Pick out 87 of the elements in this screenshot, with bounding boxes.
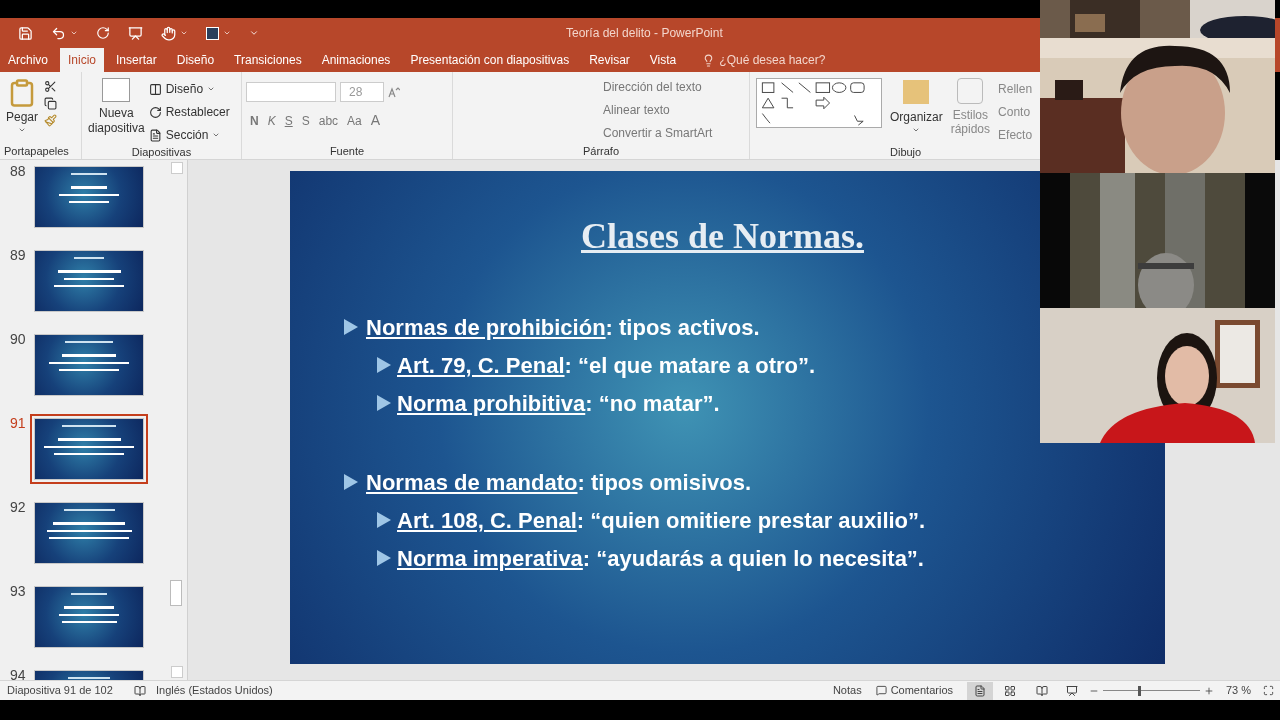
bullet-icon — [344, 319, 358, 335]
ribbon-tab[interactable]: Insertar — [108, 48, 165, 72]
format-button[interactable]: S — [301, 111, 310, 130]
group-label: Fuente — [328, 144, 366, 159]
outline-button[interactable]: Conto — [998, 103, 1033, 121]
cut-icon[interactable] — [44, 80, 58, 93]
bullet-icon — [377, 550, 391, 566]
bullet-text: Norma imperativa: “ayudarás a quien lo necesita”. — [397, 544, 924, 573]
ribbon-tab[interactable]: Animaciones — [313, 48, 399, 72]
bullet-text: Normas de prohibición: tipos activos. — [366, 313, 760, 342]
format-button[interactable]: K — [267, 111, 276, 130]
bullet-icon — [344, 474, 358, 490]
comments-button[interactable]: Comentarios — [875, 682, 953, 699]
effects-button[interactable]: Efecto — [998, 126, 1033, 144]
group-label: Portapapeles — [3, 144, 70, 159]
zoom-slider[interactable] — [1103, 684, 1200, 697]
bullet-icon — [377, 395, 391, 411]
notes-button[interactable]: Notas — [832, 682, 862, 699]
tell-me-field[interactable]: ¿Qué desea hacer? — [702, 48, 826, 72]
font-color-icon[interactable] — [206, 26, 231, 40]
caret-icon — [18, 126, 26, 134]
fill-button[interactable]: Rellen — [998, 80, 1033, 98]
smartart-button[interactable]: Convertir a SmartArt — [603, 124, 749, 142]
caret-icon — [912, 126, 921, 134]
case-button[interactable]: Aa — [347, 111, 362, 130]
font-color-button[interactable]: A — [370, 110, 381, 131]
section-button[interactable]: Sección — [148, 126, 230, 144]
bullet-text: Norma prohibitiva: “no matar”. — [397, 389, 720, 418]
ribbon-tab[interactable]: Inicio — [60, 48, 105, 72]
normal-view-icon[interactable] — [967, 681, 993, 700]
slide-number: 89 — [9, 248, 27, 262]
bullet-icon — [377, 512, 391, 528]
save-icon[interactable] — [18, 25, 33, 41]
slide-title: Clases de Normas. — [580, 215, 865, 258]
comment-icon — [875, 685, 887, 696]
format-button[interactable]: abc — [318, 111, 339, 130]
format-button[interactable]: S — [284, 111, 293, 130]
layout-button[interactable]: Diseño — [148, 80, 230, 98]
redo-icon[interactable] — [96, 26, 110, 40]
reset-icon — [148, 105, 162, 119]
caret-icon — [212, 131, 221, 139]
bullet-text: Art. 108, C. Penal: “quien omitiere prestar auxilio”. — [397, 506, 926, 535]
customize-icon[interactable] — [249, 28, 259, 38]
shapes-gallery[interactable] — [756, 78, 882, 128]
align-text-button[interactable]: Alinear texto — [603, 101, 749, 119]
ribbon-tab[interactable]: Archivo — [0, 48, 56, 72]
language-text[interactable]: Inglés (Estados Unidos) — [156, 682, 273, 699]
section-icon — [148, 128, 162, 142]
caret-icon — [207, 85, 216, 93]
group-label: Diapositivas — [130, 145, 193, 159]
format-button[interactable]: N — [250, 111, 259, 130]
group-label: Dibujo — [889, 145, 923, 159]
group-label: Párrafo — [581, 144, 621, 159]
ribbon-tab[interactable]: Revisar — [581, 48, 638, 72]
bullet-icon — [377, 357, 391, 373]
grow-font-icon[interactable] — [388, 86, 400, 98]
reset-button[interactable]: Restablecer — [148, 103, 230, 121]
slide-number: 88 — [9, 164, 27, 178]
text-direction-button[interactable]: Dirección del texto — [603, 78, 749, 96]
layout-icon — [148, 82, 162, 96]
presentation-icon[interactable] — [128, 25, 143, 41]
zoom-level[interactable]: 73 % — [1226, 682, 1260, 699]
bullet-text: Normas de mandato: tipos omisivos. — [366, 468, 752, 497]
slide-thumbnail[interactable] — [30, 414, 148, 484]
paste-button[interactable]: Pegar — [6, 78, 39, 143]
ribbon-tab[interactable]: Vista — [641, 48, 685, 72]
quick-styles-button[interactable]: Estilos rápidos — [950, 78, 991, 144]
touch-icon[interactable] — [161, 25, 188, 41]
ribbon-tab[interactable]: Presentación con diapositivas — [402, 48, 578, 72]
zoom-thumb[interactable] — [1137, 685, 1141, 696]
font-size-field[interactable]: 28 — [340, 82, 384, 102]
arrange-button[interactable]: Organizar — [890, 78, 943, 144]
undo-icon[interactable] — [51, 25, 78, 41]
window-title: Teoría del delito - PowerPoint — [566, 25, 723, 42]
slide-number: 90 — [9, 332, 27, 346]
slide-number: 93 — [9, 584, 27, 598]
slide-number: 91 — [9, 416, 27, 430]
font-name-field[interactable] — [246, 82, 336, 102]
scrollbar[interactable] — [170, 160, 184, 680]
copy-icon[interactable] — [44, 97, 58, 110]
slide-number: 94 — [9, 668, 27, 680]
bullet-text: Art. 79, C. Penal: “el que matare a otro”. — [397, 351, 816, 380]
ribbon-tab[interactable]: Transiciones — [226, 48, 310, 72]
slide-counter: Diapositiva 91 de 102 — [6, 683, 114, 699]
new-slide-button[interactable]: Nueva diapositiva — [88, 78, 145, 144]
slide-number: 92 — [9, 500, 27, 514]
ribbon-tab[interactable]: Diseño — [168, 48, 223, 72]
